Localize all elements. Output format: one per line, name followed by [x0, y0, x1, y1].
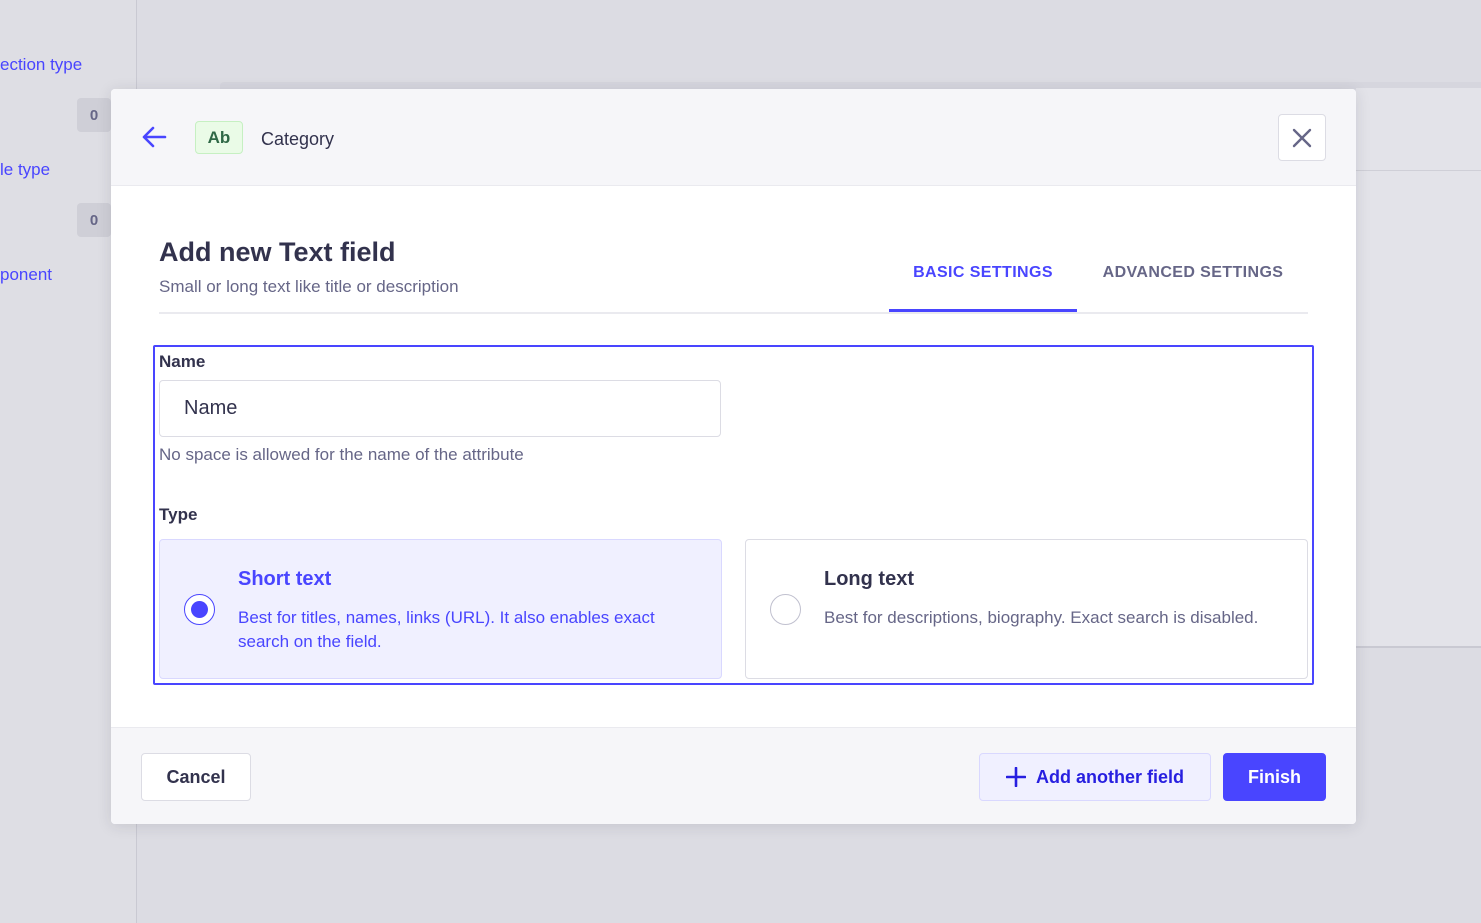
content-type-name: Category [261, 129, 335, 149]
tab-basic-settings[interactable]: BASIC SETTINGS [889, 264, 1077, 282]
back-button[interactable] [139, 122, 169, 152]
arrow-left-icon [142, 126, 167, 148]
modal-header: Ab Category [111, 89, 1356, 186]
type-option-long-text[interactable]: Long text Best for descriptions, biograp… [745, 539, 1308, 679]
type-option-short-text[interactable]: Short text Best for titles, names, links… [159, 539, 722, 679]
background-panel [1356, 88, 1481, 648]
type-option-title: Long text [824, 568, 914, 590]
add-field-modal: Ab Category Add new Text field Small or … [111, 89, 1356, 824]
add-another-field-button[interactable]: Add another field [979, 753, 1211, 801]
close-icon [1292, 128, 1312, 147]
text-type-badge: Ab [195, 121, 243, 154]
close-button[interactable] [1278, 114, 1326, 161]
type-option-description: Best for descriptions, biography. Exact … [824, 608, 1259, 627]
sidebar-link-collection-type[interactable]: ection type [0, 55, 82, 75]
modal-footer: Cancel Add another field Finish [111, 727, 1356, 824]
name-label: Name [159, 352, 206, 371]
sidebar-count-badge: 0 [77, 203, 111, 237]
modal-title: Add new Text field [159, 237, 396, 267]
type-option-description: Best for titles, names, links (URL). It … [238, 608, 655, 651]
name-hint: No space is allowed for the name of the … [159, 445, 524, 464]
type-label: Type [159, 505, 198, 524]
type-option-title: Short text [238, 568, 332, 590]
radio-unselected[interactable] [770, 594, 801, 625]
tab-advanced-settings[interactable]: ADVANCED SETTINGS [1085, 264, 1301, 282]
name-input[interactable] [159, 380, 721, 437]
modal-subtitle: Small or long text like title or descrip… [159, 277, 459, 296]
finish-button[interactable]: Finish [1223, 753, 1326, 801]
sidebar-link-single-type[interactable]: le type [0, 160, 50, 180]
sidebar-count-badge: 0 [77, 98, 111, 132]
add-another-field-label: Add another field [1036, 766, 1184, 787]
background-panel-edge [220, 82, 1481, 89]
radio-selected[interactable] [184, 594, 215, 625]
plus-icon [1006, 767, 1026, 787]
cancel-button[interactable]: Cancel [141, 753, 251, 801]
active-tab-indicator [889, 309, 1077, 312]
sidebar-link-component[interactable]: ponent [0, 265, 52, 285]
tabs-divider [159, 312, 1308, 314]
